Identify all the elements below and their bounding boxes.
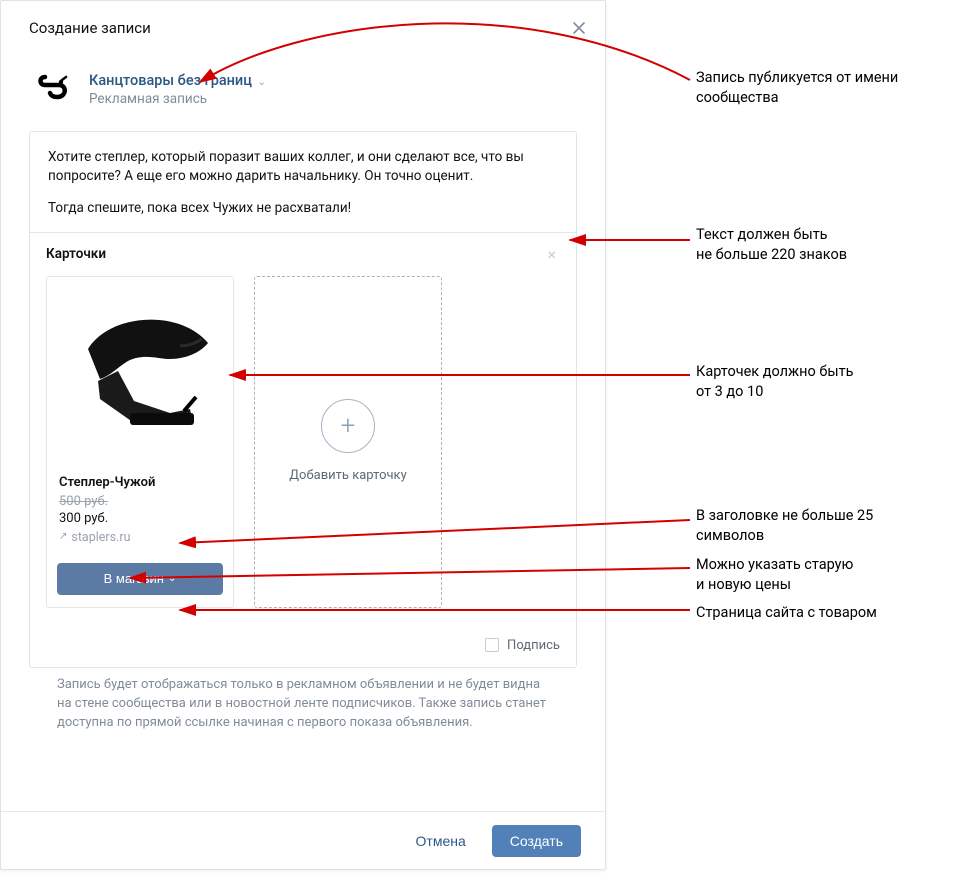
annotation-4: В заголовке не больше 25символов: [696, 506, 936, 545]
annotation-2: Текст должен бытьне больше 220 знаков: [696, 225, 936, 264]
product-card[interactable]: Степлер-Чужой 500 руб. 300 руб. ↗ staple…: [46, 276, 234, 608]
chevron-down-icon: ⌄: [168, 573, 176, 584]
add-card-button[interactable]: + Добавить карточку: [254, 276, 442, 608]
add-card-label: Добавить карточку: [289, 467, 406, 485]
cards-header: Карточки ×: [46, 245, 560, 264]
signature-checkbox[interactable]: [485, 638, 499, 652]
card-cta-label: В магазин: [104, 571, 164, 586]
card-link-text: staplers.ru: [71, 530, 130, 545]
cancel-button[interactable]: Отмена: [410, 832, 472, 850]
cards-block: Карточки ×: [30, 232, 576, 624]
post-paragraph-2: Тогда спешите, пока всех Чужих не расхва…: [48, 199, 558, 218]
modal-footer: Отмена Создать: [1, 811, 605, 869]
create-button[interactable]: Создать: [492, 825, 581, 857]
post-frame: Хотите степлер, который поразит ваших ко…: [29, 131, 577, 668]
post-paragraph-1: Хотите степлер, который поразит ваших ко…: [48, 148, 558, 185]
annotation-3: Карточек должно бытьот 3 до 10: [696, 362, 936, 401]
cards-row: Степлер-Чужой 500 руб. 300 руб. ↗ staple…: [46, 276, 560, 608]
post-text[interactable]: Хотите степлер, который поразит ваших ко…: [30, 132, 576, 232]
annotation-6: Страница сайта с товаром: [696, 603, 936, 623]
modal-header: Создание записи: [1, 1, 605, 55]
modal-title: Создание записи: [29, 19, 151, 37]
signature-label: Подпись: [507, 638, 560, 653]
author-name-text: Канцтовары без границ: [89, 72, 252, 89]
footnote: Запись будет отображаться только в рекла…: [29, 668, 577, 733]
close-icon[interactable]: [569, 18, 589, 38]
card-info: Степлер-Чужой 500 руб. 300 руб. ↗ staple…: [47, 465, 233, 557]
annotation-1: Запись публикуется от имени сообщества: [696, 68, 936, 107]
modal-body: Канцтовары без границ ⌄ Рекламная запись…: [1, 55, 605, 811]
author-subtitle: Рекламная запись: [89, 91, 266, 107]
card-link: ↗ staplers.ru: [59, 530, 221, 545]
card-cta-button[interactable]: В магазин ⌄: [57, 563, 223, 595]
card-old-price: 500 руб.: [59, 494, 221, 509]
external-link-icon: ↗: [59, 531, 67, 542]
author-name[interactable]: Канцтовары без границ ⌄: [89, 72, 266, 89]
author-row: Канцтовары без границ ⌄ Рекламная запись: [29, 65, 577, 113]
card-new-price: 300 руб.: [59, 511, 221, 526]
close-cards-icon[interactable]: ×: [543, 245, 560, 264]
cards-heading: Карточки: [46, 246, 106, 262]
community-avatar[interactable]: [29, 65, 77, 113]
create-post-modal: Создание записи Канцтовары без границ ⌄ …: [0, 0, 606, 870]
chevron-down-icon: ⌄: [258, 77, 266, 88]
card-title: Степлер-Чужой: [59, 475, 221, 490]
card-image: [47, 277, 233, 465]
annotation-5: Можно указать старуюи новую цены: [696, 555, 936, 594]
plus-icon: +: [321, 399, 375, 453]
signature-row: Подпись: [30, 624, 576, 667]
